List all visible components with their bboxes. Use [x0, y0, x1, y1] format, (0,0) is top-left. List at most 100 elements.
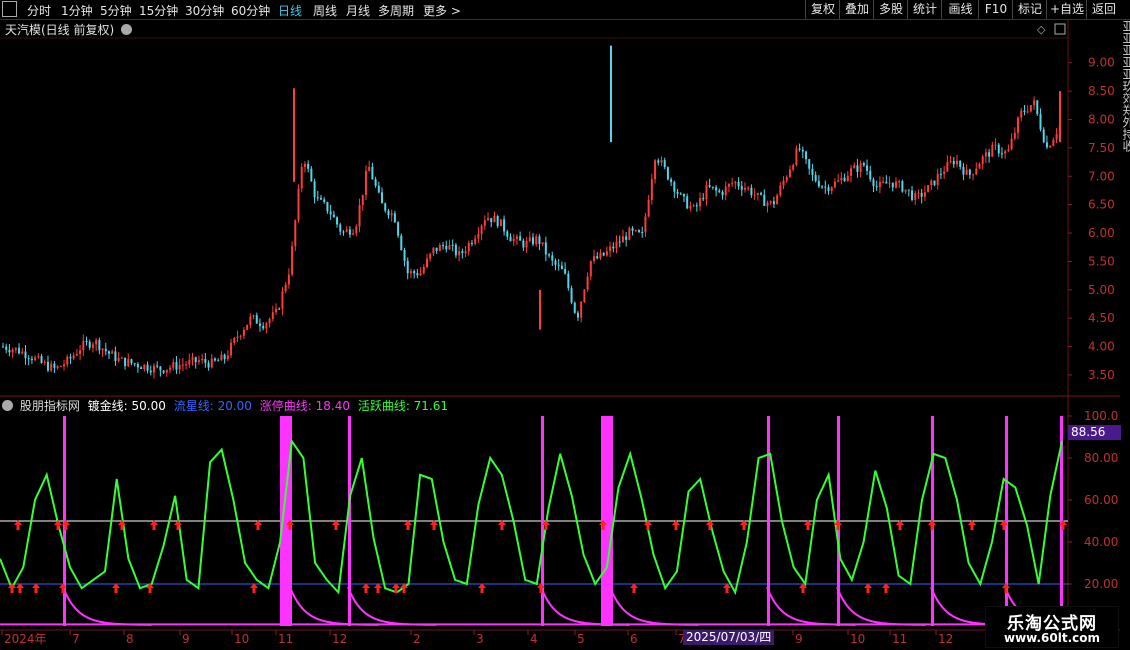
- candle-body: [487, 218, 490, 221]
- candle-body: [769, 201, 772, 203]
- candle-body: [451, 244, 454, 246]
- candle-body: [1049, 145, 1052, 148]
- time-tick-label: 2: [413, 632, 421, 646]
- candle-body: [117, 357, 120, 362]
- limit-decay-curve: [609, 586, 699, 626]
- time-tick-label: 11: [278, 632, 293, 646]
- indicator-name[interactable]: 股朋指标网: [20, 399, 80, 413]
- candle-body: [596, 256, 599, 259]
- candle-body: [53, 363, 56, 368]
- candle-body: [34, 357, 37, 361]
- limit-decay-curve: [62, 586, 152, 626]
- candle-body: [442, 245, 445, 247]
- candle-body: [593, 256, 596, 262]
- candle-body: [1013, 132, 1016, 139]
- candle-body: [204, 358, 207, 363]
- indicator-tick-label: 40.00: [1084, 535, 1118, 549]
- candle-body: [519, 236, 522, 241]
- candle-body: [75, 354, 78, 356]
- candle-body: [750, 187, 753, 196]
- limit-decay-curve: [540, 586, 630, 626]
- price-tick-label: 6.00: [1088, 226, 1115, 240]
- candle-body: [493, 216, 496, 223]
- candle-body: [740, 186, 743, 190]
- candle-body: [95, 340, 98, 345]
- candle-body: [281, 291, 284, 309]
- candle-body: [939, 173, 942, 175]
- candle-body: [422, 267, 425, 274]
- candle-body: [628, 228, 631, 240]
- diamond-icon: ◇: [1037, 23, 1046, 36]
- candle-body: [1055, 133, 1058, 140]
- candle-body: [785, 176, 788, 181]
- candle-body: [181, 364, 184, 366]
- candle-body: [885, 181, 888, 184]
- candle-body: [287, 274, 290, 285]
- indicator-menu-icon[interactable]: [2, 400, 13, 411]
- candle-body: [297, 188, 300, 221]
- candle-body: [390, 213, 393, 216]
- time-tick-label: 4: [530, 632, 538, 646]
- candle-body: [14, 347, 17, 350]
- time-tick-label: 5: [577, 632, 585, 646]
- candle-body: [300, 166, 303, 189]
- candle-body: [114, 351, 117, 362]
- candle-body: [1036, 100, 1039, 115]
- candle-body: [79, 350, 82, 355]
- candle-body: [483, 220, 486, 226]
- candle-body: [98, 340, 101, 351]
- candle-body: [490, 218, 493, 223]
- candle-body: [191, 357, 194, 360]
- candle-body: [11, 349, 14, 353]
- candle-body: [197, 360, 200, 363]
- candle-body: [891, 182, 894, 188]
- candle-body: [474, 238, 477, 244]
- candle-body: [654, 160, 657, 180]
- candle-body: [795, 148, 798, 166]
- candle-body: [1029, 105, 1032, 112]
- candle-body: [904, 189, 907, 192]
- candle-body: [230, 342, 233, 356]
- candle-body: [894, 181, 897, 188]
- candle-body: [859, 163, 862, 172]
- candle-body: [194, 357, 197, 363]
- candle-body: [914, 193, 917, 200]
- price-tick-label: 4.50: [1088, 311, 1115, 325]
- candle-body: [997, 144, 1000, 154]
- candle-body: [470, 242, 473, 244]
- candle-body: [159, 366, 162, 371]
- candle-body: [226, 355, 229, 360]
- candle-body: [303, 163, 306, 167]
- candle-body: [1020, 110, 1023, 118]
- time-tick-label: 10: [234, 632, 249, 646]
- candle-body: [670, 179, 673, 183]
- candle-body: [605, 251, 608, 256]
- candle-body: [817, 181, 820, 187]
- candle-body: [872, 179, 875, 187]
- legend-meteor-line: 流星线: 20.00: [173, 399, 252, 413]
- candle-body: [178, 364, 181, 370]
- candle-body: [853, 165, 856, 169]
- candle-body: [744, 187, 746, 190]
- candle-body: [426, 258, 428, 268]
- candle-body: [965, 169, 968, 175]
- candle-body: [136, 363, 139, 368]
- candle-body: [544, 242, 547, 255]
- candle-body: [188, 359, 191, 365]
- candle-body: [329, 211, 332, 215]
- candle-body: [242, 329, 245, 336]
- candle-body: [866, 165, 869, 171]
- candle-body: [988, 152, 991, 157]
- right-info-strip: 亚亚亚亚亚玖郊郑外持收: [1120, 20, 1130, 640]
- candle-body: [917, 192, 920, 194]
- candle-body: [644, 216, 647, 233]
- candle-body: [898, 181, 901, 183]
- candle-body: [496, 216, 499, 227]
- candle-body: [284, 284, 287, 292]
- candle-body: [676, 191, 679, 194]
- candle-body: [686, 196, 689, 209]
- candle-body: [1007, 149, 1010, 152]
- time-tick-label: 9: [182, 632, 190, 646]
- candle-body: [576, 312, 579, 318]
- candle-body: [27, 358, 30, 360]
